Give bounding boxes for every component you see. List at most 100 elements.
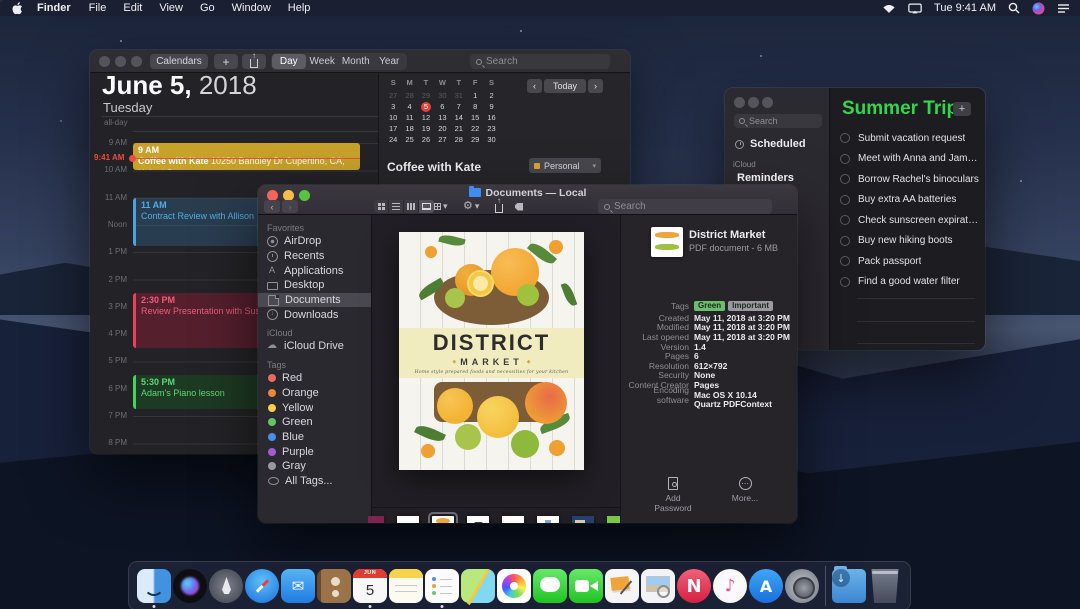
sidebar-item-airdrop[interactable]: AirDrop	[258, 234, 371, 249]
sidebar-item-9[interactable]: Tags	[258, 357, 371, 371]
reminders-search-field[interactable]: Search	[734, 114, 822, 128]
sidebar-item-desktop[interactable]: Desktop	[258, 278, 371, 293]
sidebar-item-tag[interactable]: Purple	[258, 444, 371, 459]
sidebar-item-tag[interactable]: Gray	[258, 459, 371, 474]
wifi-icon[interactable]	[882, 3, 896, 14]
gallery-thumbnail-t6[interactable]	[537, 516, 559, 523]
share-button[interactable]	[495, 196, 503, 213]
sidebar-item-tag[interactable]: Red	[258, 371, 371, 386]
reminders-close-button[interactable]	[734, 97, 745, 108]
gallery-thumbnail-t5[interactable]	[502, 516, 524, 523]
calendars-button[interactable]: Calendars	[150, 54, 208, 69]
add-reminder-button[interactable]: +	[953, 102, 971, 116]
icon-view-button[interactable]	[374, 200, 389, 213]
gallery-thumbnail-t3[interactable]	[428, 512, 458, 523]
gallery-view-button[interactable]	[419, 200, 434, 213]
sidebar-item-icloud[interactable]: iCloud Drive	[258, 339, 371, 354]
sidebar-item-tag[interactable]: Blue	[258, 430, 371, 445]
apple-menu-icon[interactable]	[12, 1, 23, 15]
checkbox-circle[interactable]	[840, 174, 850, 185]
checkbox-circle[interactable]	[840, 276, 850, 287]
gallery-thumbnail-t8[interactable]	[607, 516, 620, 523]
view-tab-1[interactable]: Week	[306, 54, 340, 69]
reminder-item[interactable]: Meet with Anna and James to plan tr...	[840, 149, 979, 170]
gallery-thumbnail-t7[interactable]	[572, 516, 594, 523]
dock-icon-keynote[interactable]	[605, 569, 639, 603]
dock-icon-mail[interactable]: ✉	[281, 569, 315, 603]
reminder-item[interactable]: Buy new hiking boots	[840, 231, 979, 252]
checkbox-circle[interactable]	[840, 215, 850, 226]
sidebar-item-recents[interactable]: Recents	[258, 249, 371, 264]
display-icon[interactable]	[908, 3, 922, 14]
action-button[interactable]: ⚙ ▾	[463, 200, 479, 213]
document-preview-poster[interactable]: DISTRICT MARKET Home style prepared food…	[399, 232, 584, 470]
dock-icon-divider[interactable]	[825, 566, 826, 606]
spotlight-icon[interactable]	[1008, 2, 1020, 14]
dock-icon-remindersapp[interactable]	[425, 569, 459, 608]
sidebar-item-scheduled[interactable]: Scheduled	[735, 138, 806, 150]
view-tab-2[interactable]: Month	[339, 54, 373, 69]
menu-4[interactable]: Window	[232, 2, 271, 14]
reminder-item[interactable]: Pack passport	[840, 251, 979, 272]
menu-1[interactable]: Edit	[123, 2, 142, 14]
checkbox-circle[interactable]	[840, 256, 850, 267]
finder-search-field[interactable]: Search	[598, 199, 772, 214]
dock-icon-finder[interactable]	[137, 569, 171, 608]
notification-center-icon[interactable]	[1057, 3, 1070, 14]
dock-icon-facetime[interactable]	[569, 569, 603, 603]
gallery-thumbnail-t4[interactable]	[467, 516, 489, 523]
column-view-button[interactable]	[404, 200, 419, 213]
dock-icon-itunes[interactable]: ♪	[713, 569, 747, 603]
gallery-thumbnail-t1[interactable]	[368, 516, 384, 523]
dock-icon-photos[interactable]	[497, 569, 531, 603]
menu-2[interactable]: View	[159, 2, 183, 14]
dock-icon-siri[interactable]	[173, 569, 207, 603]
calendar-search-field[interactable]: Search	[470, 54, 610, 69]
checkbox-circle[interactable]	[840, 153, 850, 164]
siri-icon[interactable]	[1032, 2, 1045, 15]
add-password-button[interactable]: Add Password	[648, 477, 698, 513]
reminder-item[interactable]: Submit vacation request	[840, 128, 979, 149]
back-button[interactable]: ‹	[264, 200, 280, 213]
menu-0[interactable]: File	[89, 2, 107, 14]
calendar-zoom-button[interactable]	[131, 56, 142, 67]
today-button[interactable]: Today	[544, 79, 586, 93]
checkbox-circle[interactable]	[840, 133, 850, 144]
calendar-share-button[interactable]	[242, 51, 266, 69]
event-coffee-with-kate[interactable]: 9 AM Coffee with Kate 10250 Bandley Dr C…	[133, 143, 360, 170]
more-button[interactable]: ⋯ More...	[720, 477, 770, 513]
reminder-item[interactable]: Buy extra AA batteries	[840, 190, 979, 211]
active-app-menu[interactable]: Finder	[37, 2, 71, 14]
reminders-minimize-button[interactable]	[748, 97, 759, 108]
dock-icon-calendar[interactable]: JUN 5	[353, 569, 387, 608]
reminders-zoom-button[interactable]	[762, 97, 773, 108]
dock-icon-news[interactable]: N	[677, 569, 711, 603]
sidebar-item-7[interactable]: iCloud	[258, 325, 371, 339]
reminder-item[interactable]: Borrow Rachel's binoculars	[840, 169, 979, 190]
add-event-button[interactable]: +	[214, 54, 238, 69]
reminders-list-0[interactable]: Reminders	[737, 171, 794, 185]
sidebar-item-0[interactable]: Favorites	[258, 220, 371, 234]
sidebar-item-tag[interactable]: Yellow	[258, 400, 371, 415]
dock-icon-downloads[interactable]: ↓	[832, 566, 866, 603]
dock-icon-launchpad[interactable]	[209, 569, 243, 603]
event-calendar-dropdown[interactable]: Personal ▾	[529, 158, 601, 173]
checkbox-circle[interactable]	[840, 235, 850, 246]
forward-button[interactable]: ›	[282, 200, 298, 213]
dock-icon-notes[interactable]	[389, 569, 423, 603]
dock-icon-safari[interactable]	[245, 569, 279, 603]
tag-button[interactable]	[515, 200, 523, 213]
dock-icon-preview[interactable]	[641, 569, 675, 603]
group-button[interactable]: ▾	[434, 200, 448, 213]
prev-button[interactable]: ‹	[527, 79, 542, 93]
sidebar-item-downloadsf[interactable]: Downloads	[258, 307, 371, 322]
list-view-button[interactable]	[389, 200, 404, 213]
sidebar-item-documents[interactable]: Documents	[258, 292, 371, 308]
checkbox-circle[interactable]	[840, 194, 850, 205]
sidebar-item-alltags[interactable]: All Tags...	[258, 474, 371, 489]
menu-bar-clock[interactable]: Tue 9:41 AM	[934, 2, 996, 14]
menu-3[interactable]: Go	[200, 2, 215, 14]
dock-icon-contacts[interactable]	[317, 569, 351, 603]
gallery-thumbnail-t2[interactable]	[397, 516, 419, 523]
view-tab-3[interactable]: Year	[373, 54, 407, 69]
